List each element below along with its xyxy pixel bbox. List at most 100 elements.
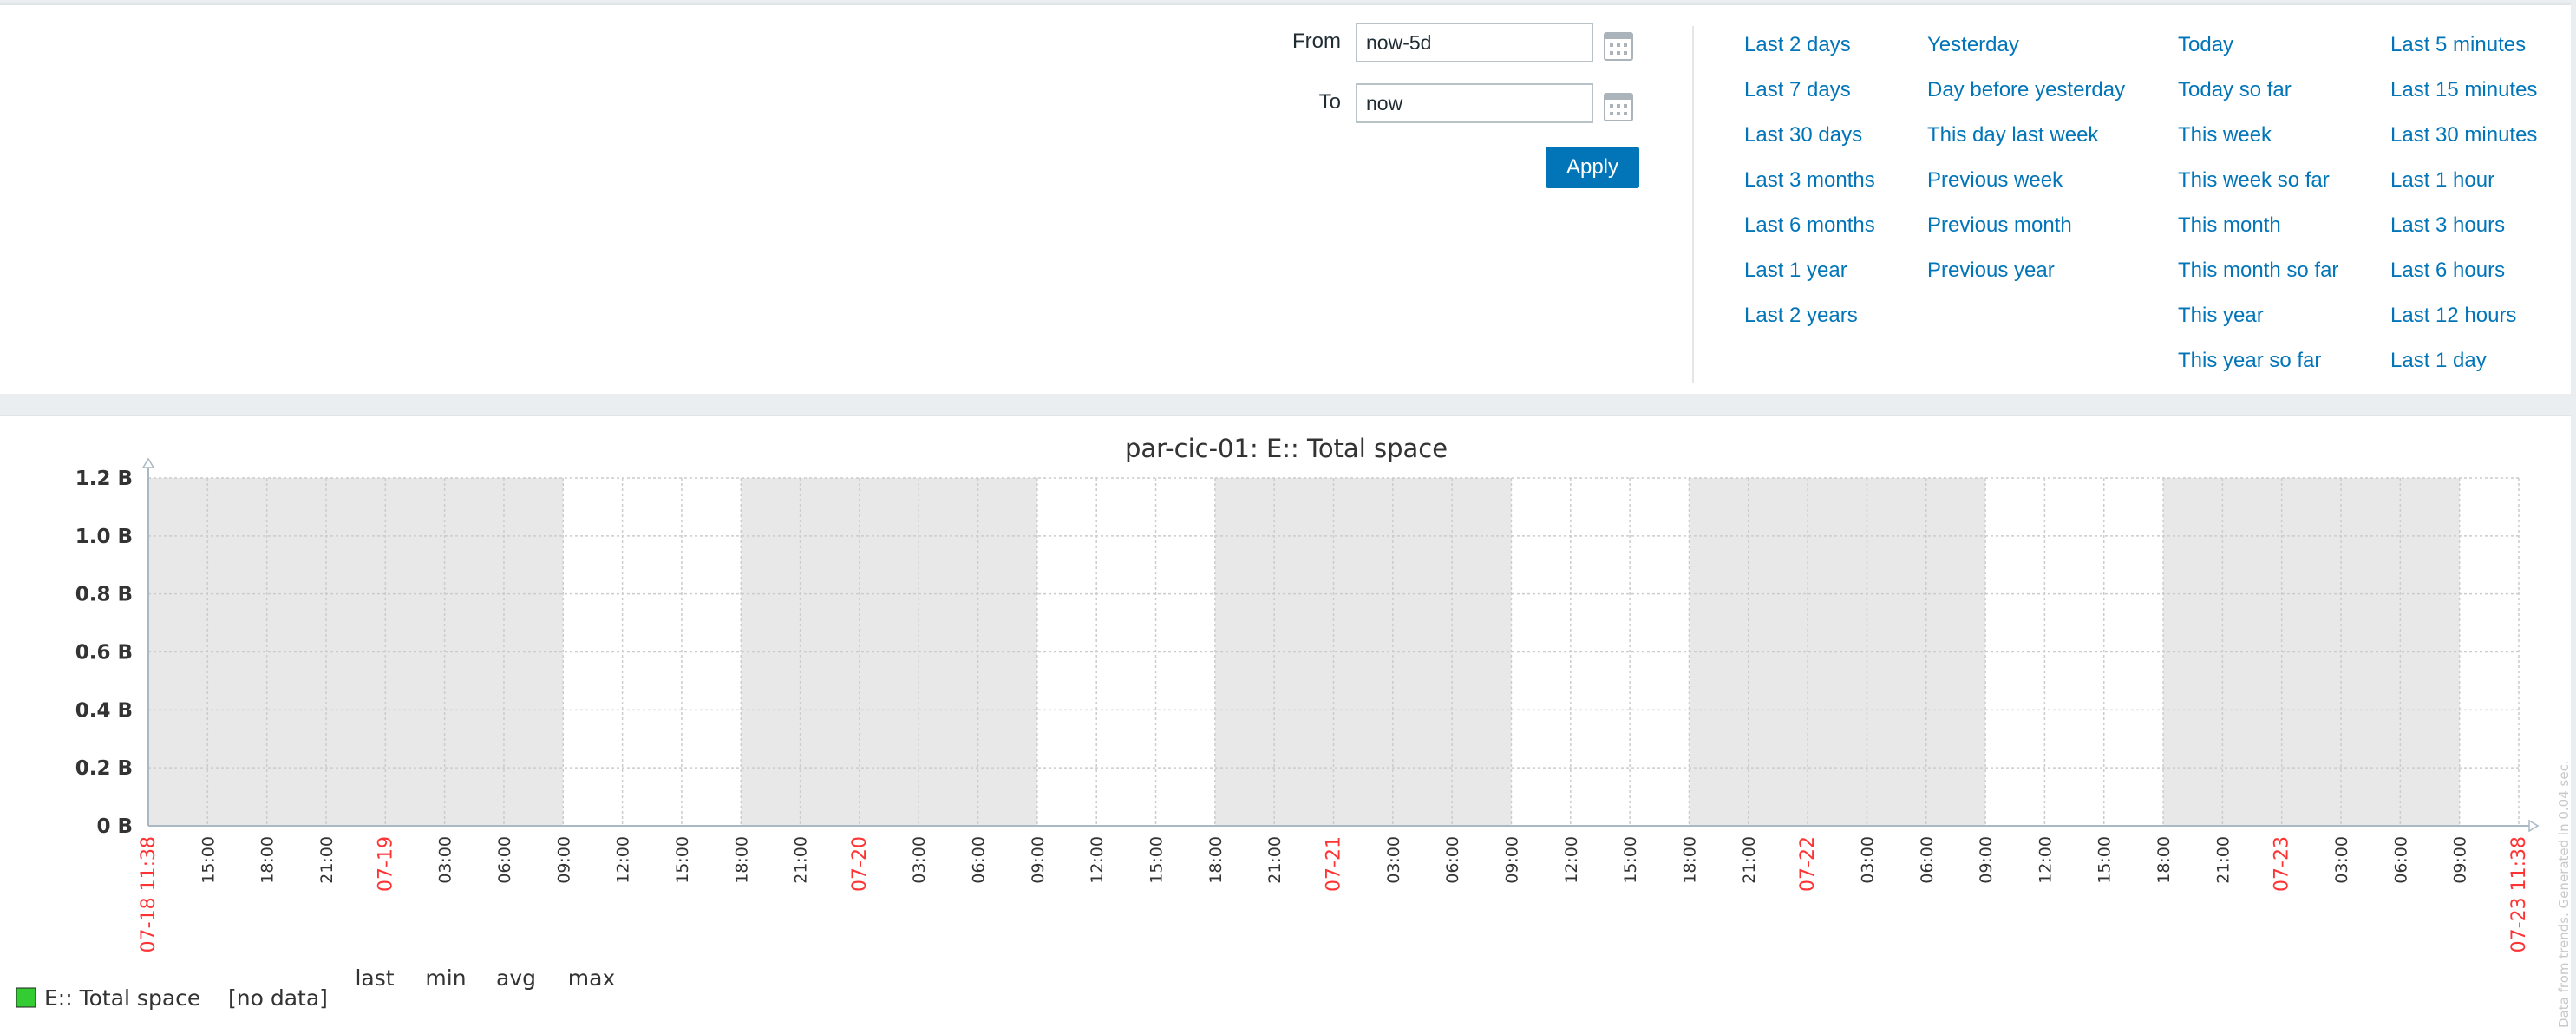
x-axis-arrow [2528, 819, 2540, 833]
quick-range-link[interactable]: Last 7 days [1744, 75, 1875, 120]
legend-header-last: last [355, 965, 394, 991]
x-tick-label: 21:00 [792, 836, 811, 884]
y-tick-label: 1.2 B [75, 468, 133, 490]
quick-range-link[interactable]: Last 12 hours [2390, 300, 2537, 345]
filter-divider [1692, 26, 1694, 383]
x-tick-label: 06:00 [1443, 836, 1462, 884]
x-tick-label: 03:00 [1858, 836, 1877, 884]
off-hours-band [148, 478, 564, 826]
quick-range-link[interactable]: Last 15 minutes [2390, 75, 2537, 120]
quick-range-link[interactable]: Last 1 hour [2390, 165, 2537, 210]
quick-range-link[interactable]: Last 3 hours [2390, 210, 2537, 255]
x-tick-label: 18:00 [1680, 836, 1699, 884]
quick-range-link[interactable]: This week [2178, 120, 2338, 165]
legend-item-name: E:: Total space [44, 985, 200, 1011]
x-tick-label: 21:00 [1265, 836, 1285, 884]
x-tick-label: 18:00 [258, 836, 278, 884]
apply-button[interactable]: Apply [1546, 147, 1639, 188]
quick-range-link[interactable]: This year [2178, 300, 2338, 345]
x-tick-label: 06:00 [2391, 836, 2410, 884]
x-tick-label: 09:00 [1502, 836, 1521, 884]
graph-canvas: par-cic-01: E:: Total space 0 B 0.2 B 0.4 … [16, 434, 2571, 1028]
legend-color-swatch [16, 987, 36, 1008]
x-tick-label: 21:00 [1740, 836, 1759, 884]
chart-title: par-cic-01: E:: Total space [1125, 434, 1448, 463]
x-tick-label: 18:00 [732, 836, 751, 884]
quick-range-link[interactable]: Last 1 day [2390, 345, 2537, 390]
x-tick-label-date: 07-20 [849, 836, 871, 892]
x-tick-label: 03:00 [1384, 836, 1403, 884]
x-tick-label: 09:00 [1977, 836, 1996, 884]
x-tick-label: 09:00 [2451, 836, 2470, 884]
quick-range-link[interactable]: Last 30 days [1744, 120, 1875, 165]
off-hours-band [2163, 478, 2460, 826]
x-tick-label: 06:00 [970, 836, 989, 884]
x-tick-label-date: 07-22 [1797, 836, 1819, 892]
from-label: From [1292, 29, 1341, 53]
x-tick-label: 03:00 [910, 836, 929, 884]
calendar-icon[interactable] [1603, 90, 1634, 123]
quick-range-link[interactable]: Previous year [1927, 255, 2125, 300]
y-tick-label: 0.8 B [75, 584, 133, 606]
x-tick-label: 06:00 [495, 836, 514, 884]
x-tick-label: 12:00 [2036, 836, 2055, 884]
x-tick-label: 15:00 [1621, 836, 1640, 884]
x-tick-label-date: 07-18 11:38 [138, 836, 160, 952]
to-label: To [1318, 90, 1341, 114]
y-tick-label: 0.6 B [75, 642, 133, 664]
quick-range-link[interactable]: Day before yesterday [1927, 75, 2125, 120]
x-tick-label: 21:00 [2213, 836, 2233, 884]
generation-note: Data from trends. Generated in 0.04 sec. [2556, 760, 2571, 1028]
x-tick-label: 09:00 [1029, 836, 1048, 884]
quick-range-link[interactable]: Previous month [1927, 210, 2125, 255]
x-tick-label: 03:00 [2332, 836, 2351, 884]
calendar-icon[interactable] [1603, 29, 1634, 62]
quick-range-link[interactable]: This week so far [2178, 165, 2338, 210]
x-tick-label: 06:00 [1918, 836, 1937, 884]
time-filter-panel: From To Apply Last 2 daysLast 7 daysLast… [0, 3, 2571, 394]
x-tick-label: 12:00 [614, 836, 633, 884]
quick-range-link[interactable]: Last 6 months [1744, 210, 1875, 255]
from-input[interactable] [1356, 23, 1593, 62]
quick-range-link[interactable]: Last 6 hours [2390, 255, 2537, 300]
x-tick-label: 18:00 [2154, 836, 2174, 884]
quick-range-column: Today Today so far This week This week so f… [2178, 29, 2338, 390]
x-tick-label: 15:00 [2095, 836, 2115, 884]
quick-range-link[interactable]: Last 5 minutes [2390, 29, 2537, 75]
quick-range-column: Last 2 days Last 7 days Last 30 days Last 3… [1744, 29, 1875, 345]
y-axis-ticks: 0 B 0.2 B 0.4 B 0.6 B 0.8 B 1.0 B 1.2 B [75, 468, 133, 838]
quick-range-link[interactable]: Yesterday [1927, 29, 2125, 75]
legend-header-min: min [425, 965, 466, 991]
x-tick-label-date: 07-19 [375, 836, 396, 892]
x-tick-label: 12:00 [1088, 836, 1107, 884]
quick-range-link[interactable]: Today so far [2178, 75, 2338, 120]
y-tick-label: 0.2 B [75, 757, 133, 780]
quick-range-link[interactable]: Previous week [1927, 165, 2125, 210]
graph-panel: par-cic-01: E:: Total space 0 B 0.2 B 0.4 … [0, 415, 2571, 1034]
x-tick-label: 12:00 [1562, 836, 1581, 884]
legend-item-value: [no data] [228, 985, 328, 1011]
quick-range-link[interactable]: Last 1 year [1744, 255, 1875, 300]
y-tick-label: 1.0 B [75, 526, 133, 548]
quick-range-link[interactable]: Last 3 months [1744, 165, 1875, 210]
quick-range-link[interactable]: This month so far [2178, 255, 2338, 300]
quick-range-link[interactable]: Today [2178, 29, 2338, 75]
x-tick-label: 15:00 [199, 836, 218, 884]
x-tick-label: 18:00 [1206, 836, 1226, 884]
x-tick-label: 09:00 [554, 836, 573, 884]
x-tick-label: 03:00 [436, 836, 455, 884]
x-tick-label-date: 07-23 [2272, 836, 2293, 892]
quick-range-column: Last 5 minutes Last 15 minutes Last 30 min… [2390, 29, 2537, 390]
quick-range-link[interactable]: Last 30 minutes [2390, 120, 2537, 165]
quick-range-link[interactable]: This year so far [2178, 345, 2338, 390]
y-axis-arrow [141, 457, 155, 468]
legend: last min avg max E:: Total space [no dat… [16, 965, 615, 1011]
quick-range-link[interactable]: Last 2 years [1744, 300, 1875, 345]
legend-header-max: max [568, 965, 615, 991]
quick-range-link[interactable]: This month [2178, 210, 2338, 255]
x-tick-label: 15:00 [673, 836, 692, 884]
quick-range-link[interactable]: Last 2 days [1744, 29, 1875, 75]
x-tick-label-date: 07-21 [1324, 836, 1345, 892]
quick-range-link[interactable]: This day last week [1927, 120, 2125, 165]
to-input[interactable] [1356, 83, 1593, 123]
